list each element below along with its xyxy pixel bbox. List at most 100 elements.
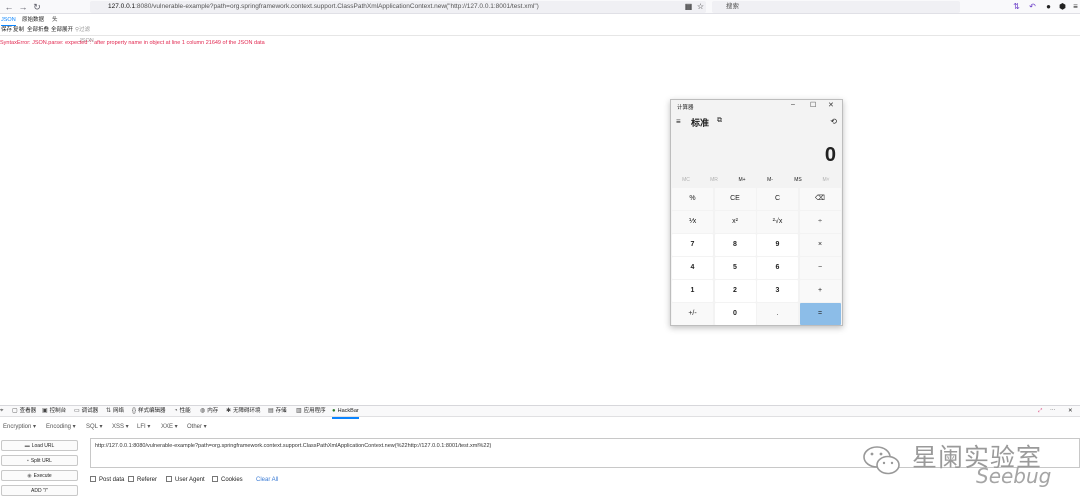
split-url-button[interactable]: ▪ Split URL (1, 455, 78, 466)
divide-key[interactable]: ÷ (799, 211, 841, 233)
execute-button[interactable]: ◉ Execute (1, 470, 78, 481)
load-url-button[interactable]: ▬ Load URL (1, 440, 78, 451)
circle-icon[interactable]: ● (1044, 2, 1053, 11)
inspector-icon: ▢ (12, 408, 18, 414)
memory-clear-button[interactable]: MC (672, 177, 700, 183)
memory-add-button[interactable]: M+ (728, 177, 756, 183)
cookies-checkbox[interactable]: Cookies (212, 476, 243, 485)
memory-subtract-button[interactable]: M- (756, 177, 784, 183)
decimal-key[interactable]: . (757, 303, 798, 325)
calculator-title: 计算器 (677, 105, 694, 111)
tab-memory[interactable]: ◍ 内存 (200, 406, 218, 417)
filter-json-input[interactable]: ⚲ 过滤 JSON (75, 25, 94, 44)
menu-encoding[interactable]: Encoding ▾ (46, 421, 76, 433)
digit-5-key[interactable]: 5 (714, 257, 756, 279)
digit-3-key[interactable]: 3 (757, 280, 798, 302)
digit-6-key[interactable]: 6 (757, 257, 798, 279)
back-arrow-icon[interactable]: ← (4, 2, 14, 12)
user-agent-checkbox[interactable]: User Agent (166, 476, 205, 485)
console-icon: ▣ (42, 408, 48, 414)
expand-all-button[interactable]: 全部展开 (51, 25, 73, 36)
memory-list-button[interactable]: M˅ (812, 177, 840, 183)
menu-lfi[interactable]: LFI ▾ (137, 421, 150, 433)
tab-raw-data[interactable]: 原始数据 (22, 15, 44, 25)
hamburger-menu-icon[interactable]: ≡ (676, 117, 681, 126)
devtools-more-icon[interactable]: ⋯ (1050, 406, 1056, 417)
devtools-toolbar: ⌖ ▢ 查看器 ▣ 控制台 ▭ 调试器 ⇅ 网络 {} 样式编辑器 ◔ 性能 ◍ 内存 ✱ 无障… (0, 405, 1080, 419)
memory-store-button[interactable]: MS (784, 177, 812, 183)
menu-icon[interactable]: ≡ (1071, 2, 1080, 11)
tab-console[interactable]: ▣ 控制台 (42, 406, 66, 417)
tab-storage[interactable]: ▤ 存储 (268, 406, 287, 417)
multiply-key[interactable]: × (799, 234, 841, 256)
calculator-window: 计算器 – ☐ ✕ ≡ 标准 ⧉ ⟲ 0 MC MR M+ M- MS M˅ %… (670, 99, 843, 326)
bookmark-star-icon[interactable]: ☆ (696, 2, 705, 11)
responsive-design-icon[interactable]: ⤢ (1038, 406, 1042, 417)
debugger-icon: ▭ (74, 408, 80, 414)
digit-9-key[interactable]: 9 (757, 234, 798, 256)
tab-network[interactable]: ⇅ 网络 (106, 406, 124, 417)
digit-4-key[interactable]: 4 (672, 257, 713, 279)
addon-icon[interactable]: ⬢ (1058, 2, 1067, 11)
reciprocal-key[interactable]: ⅟x (672, 211, 713, 233)
clear-all-link[interactable]: Clear All (256, 476, 278, 485)
reload-icon[interactable]: ↻ (32, 2, 42, 12)
menu-encryption[interactable]: Encryption ▾ (3, 421, 36, 433)
tab-application[interactable]: ▥ 应用程序 (296, 406, 326, 417)
add-key[interactable]: + (799, 280, 841, 302)
add-slash-button[interactable]: ADD "/" (1, 485, 78, 496)
menu-other[interactable]: Other ▾ (187, 421, 207, 433)
subtract-key[interactable]: − (799, 257, 841, 279)
maximize-icon[interactable]: ☐ (810, 101, 816, 109)
equals-key[interactable]: = (799, 303, 841, 325)
keep-on-top-icon[interactable]: ⧉ (717, 117, 722, 125)
tab-debugger[interactable]: ▭ 调试器 (74, 406, 98, 417)
percent-key[interactable]: % (672, 188, 713, 210)
tab-performance[interactable]: ◔ 性能 (174, 406, 191, 417)
copy-button[interactable]: 复制 (13, 25, 24, 36)
reader-view-icon[interactable]: ▦ (684, 2, 693, 11)
save-button[interactable]: 保存 (1, 25, 12, 36)
digit-0-key[interactable]: 0 (714, 303, 756, 325)
digit-2-key[interactable]: 2 (714, 280, 756, 302)
digit-8-key[interactable]: 8 (714, 234, 756, 256)
post-data-checkbox[interactable]: Post data (90, 476, 124, 485)
json-toolbar: 保存 复制 全部折叠 全部展开 ⚲ 过滤 JSON (0, 25, 1080, 44)
forward-arrow-icon[interactable]: → (18, 2, 28, 12)
collapse-all-button[interactable]: 全部折叠 (27, 25, 49, 36)
menu-xxe[interactable]: XXE ▾ (161, 421, 178, 433)
url-field[interactable]: 127.0.0.1:8080/vulnerable-example?path=o… (90, 1, 706, 13)
watermark: 星阑实验室 Seebug (850, 438, 1075, 494)
clear-key[interactable]: C (757, 188, 798, 210)
digit-1-key[interactable]: 1 (672, 280, 713, 302)
pick-element-icon[interactable]: ⌖ (0, 406, 5, 417)
search-input[interactable]: 搜索 (712, 1, 960, 13)
tab-inspector[interactable]: ▢ 查看器 (12, 406, 36, 417)
undo-icon[interactable]: ↶ (1028, 2, 1037, 11)
square-key[interactable]: x² (714, 211, 756, 233)
json-viewer-tabs: JSON 原始数据 头 (0, 15, 1080, 26)
network-icon: ⇅ (106, 408, 112, 414)
minimize-icon[interactable]: – (791, 101, 795, 108)
referer-checkbox[interactable]: Referer (128, 476, 157, 485)
load-icon: ▬ (24, 443, 30, 449)
close-icon[interactable]: ✕ (828, 101, 834, 109)
url-path: :8080/vulnerable-example?path=org.spring… (135, 3, 539, 10)
square-root-key[interactable]: ²√x (757, 211, 798, 233)
history-icon[interactable]: ⟲ (830, 117, 837, 126)
memory-icon: ◍ (200, 408, 206, 414)
extension-icon[interactable]: ⇅ (1012, 2, 1021, 11)
backspace-key[interactable]: ⌫ (799, 188, 841, 210)
devtools-close-icon[interactable]: ✕ (1068, 406, 1073, 417)
tab-style-editor[interactable]: {} 样式编辑器 (132, 406, 166, 417)
memory-recall-button[interactable]: MR (700, 177, 728, 183)
menu-xss[interactable]: XSS ▾ (112, 421, 129, 433)
clear-entry-key[interactable]: CE (714, 188, 756, 210)
negate-key[interactable]: +/- (672, 303, 713, 325)
tab-hackbar[interactable]: ● HackBar (332, 406, 359, 419)
menu-sql[interactable]: SQL ▾ (86, 421, 102, 433)
url-host: 127.0.0.1 (108, 3, 136, 10)
digit-7-key[interactable]: 7 (672, 234, 713, 256)
tab-headers[interactable]: 头 (52, 15, 58, 25)
tab-accessibility[interactable]: ✱ 无障碍环境 (226, 406, 261, 417)
